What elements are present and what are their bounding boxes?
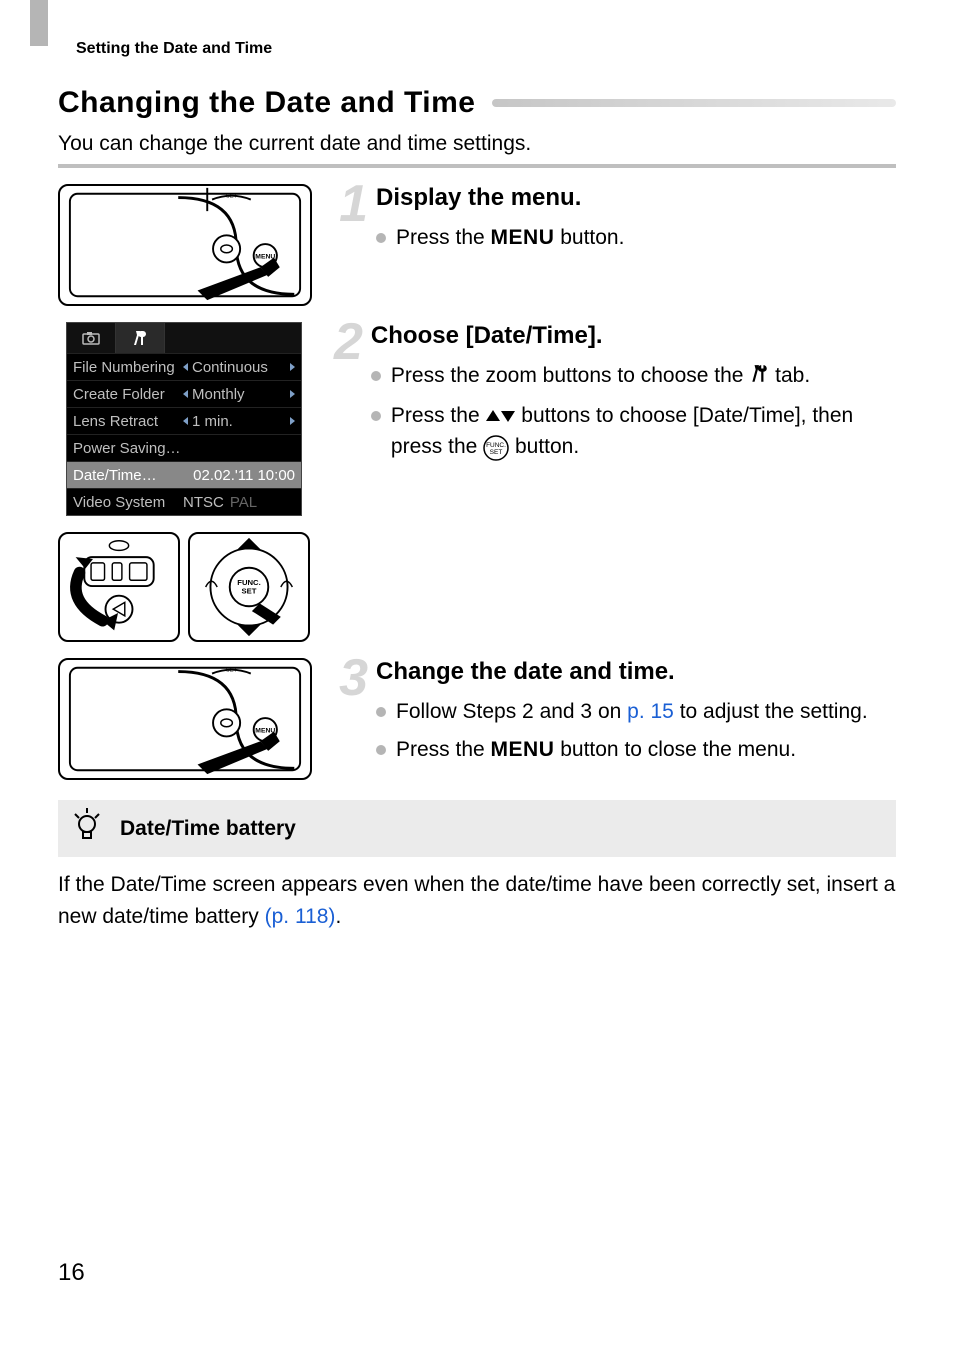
menu-row-video-system: Video System NTSC PAL <box>67 488 301 515</box>
tip-text: If the Date/Time screen appears even whe… <box>58 869 896 932</box>
page-link-118[interactable]: (p. 118) <box>265 905 336 928</box>
step-number-3: 3 <box>334 658 368 771</box>
svg-text:SET: SET <box>226 668 238 674</box>
bullet-icon <box>371 411 381 421</box>
tip-box: Date/Time battery <box>58 800 896 857</box>
menu-value: NTSC <box>183 494 224 511</box>
updown-icon <box>485 404 515 427</box>
menu-value: 1 min. <box>192 413 290 430</box>
step3-b2-pre: Press the <box>396 738 491 761</box>
step3-heading: Change the date and time. <box>376 658 868 686</box>
svg-text:FUNC.: FUNC. <box>237 578 261 587</box>
svg-text:SET: SET <box>242 587 257 596</box>
page-title: Changing the Date and Time <box>58 86 476 120</box>
tools-tab-icon <box>116 323 165 353</box>
step1-heading: Display the menu. <box>376 184 624 212</box>
menu-word-icon: MENU <box>491 738 555 761</box>
step1-bullet1: Press the MENU button. <box>376 222 624 254</box>
bullet-icon <box>376 745 386 755</box>
menu-row-lens-retract: Lens Retract 1 min. <box>67 407 301 434</box>
menu-value: 02.02.'11 10:00 <box>183 467 295 484</box>
bullet-icon <box>371 371 381 381</box>
tip-text-post: . <box>335 905 341 928</box>
bullet-icon <box>376 233 386 243</box>
step3-bullet1: Follow Steps 2 and 3 on p. 15 to adjust … <box>376 696 868 728</box>
step2-bullet2: Press the buttons to choose [Date/Time],… <box>371 400 896 464</box>
side-tab <box>30 0 48 46</box>
section-header: Setting the Date and Time <box>58 40 272 58</box>
menu-row-create-folder: Create Folder Monthly <box>67 380 301 407</box>
camera-tab-icon <box>67 323 116 353</box>
step3-b2-post: button to close the menu. <box>554 738 796 761</box>
step2-heading: Choose [Date/Time]. <box>371 322 896 350</box>
page-link-15[interactable]: p. 15 <box>627 700 674 723</box>
menu-row-date-time: Date/Time… 02.02.'11 10:00 <box>67 461 301 488</box>
svg-text:SET: SET <box>226 194 238 200</box>
step3-b1-post: to adjust the setting. <box>674 700 868 723</box>
left-arrow-icon <box>183 390 188 398</box>
step2-b1-post: tab. <box>769 364 810 387</box>
left-arrow-icon <box>183 417 188 425</box>
menu-row-file-numbering: File Numbering Continuous <box>67 353 301 380</box>
step2-b1-pre: Press the zoom buttons to choose the <box>391 364 749 387</box>
menu-value: Continuous <box>192 359 290 376</box>
tools-icon <box>749 362 769 394</box>
illustration-step1: MENU SET <box>58 184 312 306</box>
menu-label: File Numbering <box>73 359 183 376</box>
divider <box>58 164 896 168</box>
menu-word-icon: MENU <box>491 226 555 249</box>
step-number-2: 2 <box>334 322 363 469</box>
step-number-1: 1 <box>334 184 368 260</box>
page-number: 16 <box>58 1259 85 1287</box>
menu-label: Power Saving… <box>73 440 183 457</box>
menu-label: Create Folder <box>73 386 183 403</box>
menu-label: Video System <box>73 494 183 511</box>
step2-b2-post: button. <box>509 435 579 458</box>
step1-b1-post: button. <box>554 226 624 249</box>
lightbulb-icon <box>72 808 102 849</box>
title-bar <box>492 99 897 107</box>
funcset-icon: FUNC.SET <box>483 432 509 464</box>
bullet-icon <box>376 707 386 717</box>
step3-b1-pre: Follow Steps 2 and 3 on <box>396 700 627 723</box>
step2-b2-pre: Press the <box>391 404 486 427</box>
illustration-step3: MENU SET <box>58 658 312 780</box>
menu-value: Monthly <box>192 386 290 403</box>
step3-bullet2: Press the MENU button to close the menu. <box>376 734 868 766</box>
tip-title: Date/Time battery <box>120 817 296 841</box>
menu-row-power-saving: Power Saving… <box>67 434 301 461</box>
menu-label: Date/Time… <box>73 467 183 484</box>
menu-label: Lens Retract <box>73 413 183 430</box>
tip-text-pre: If the Date/Time screen appears even whe… <box>58 873 895 928</box>
illustration-dpad: FUNC. SET <box>188 532 310 642</box>
menu-value-alt: PAL <box>230 494 257 511</box>
right-arrow-icon <box>290 390 295 398</box>
step2-bullet1: Press the zoom buttons to choose the tab… <box>371 360 896 394</box>
right-arrow-icon <box>290 363 295 371</box>
step1-b1-pre: Press the <box>396 226 491 249</box>
svg-text:FUNC.: FUNC. <box>486 442 506 449</box>
right-arrow-icon <box>290 417 295 425</box>
menu-screenshot: File Numbering Continuous Create Folder … <box>66 322 302 516</box>
intro-text: You can change the current date and time… <box>58 132 896 156</box>
left-arrow-icon <box>183 363 188 371</box>
svg-text:SET: SET <box>490 449 503 456</box>
illustration-zoom <box>58 532 180 642</box>
